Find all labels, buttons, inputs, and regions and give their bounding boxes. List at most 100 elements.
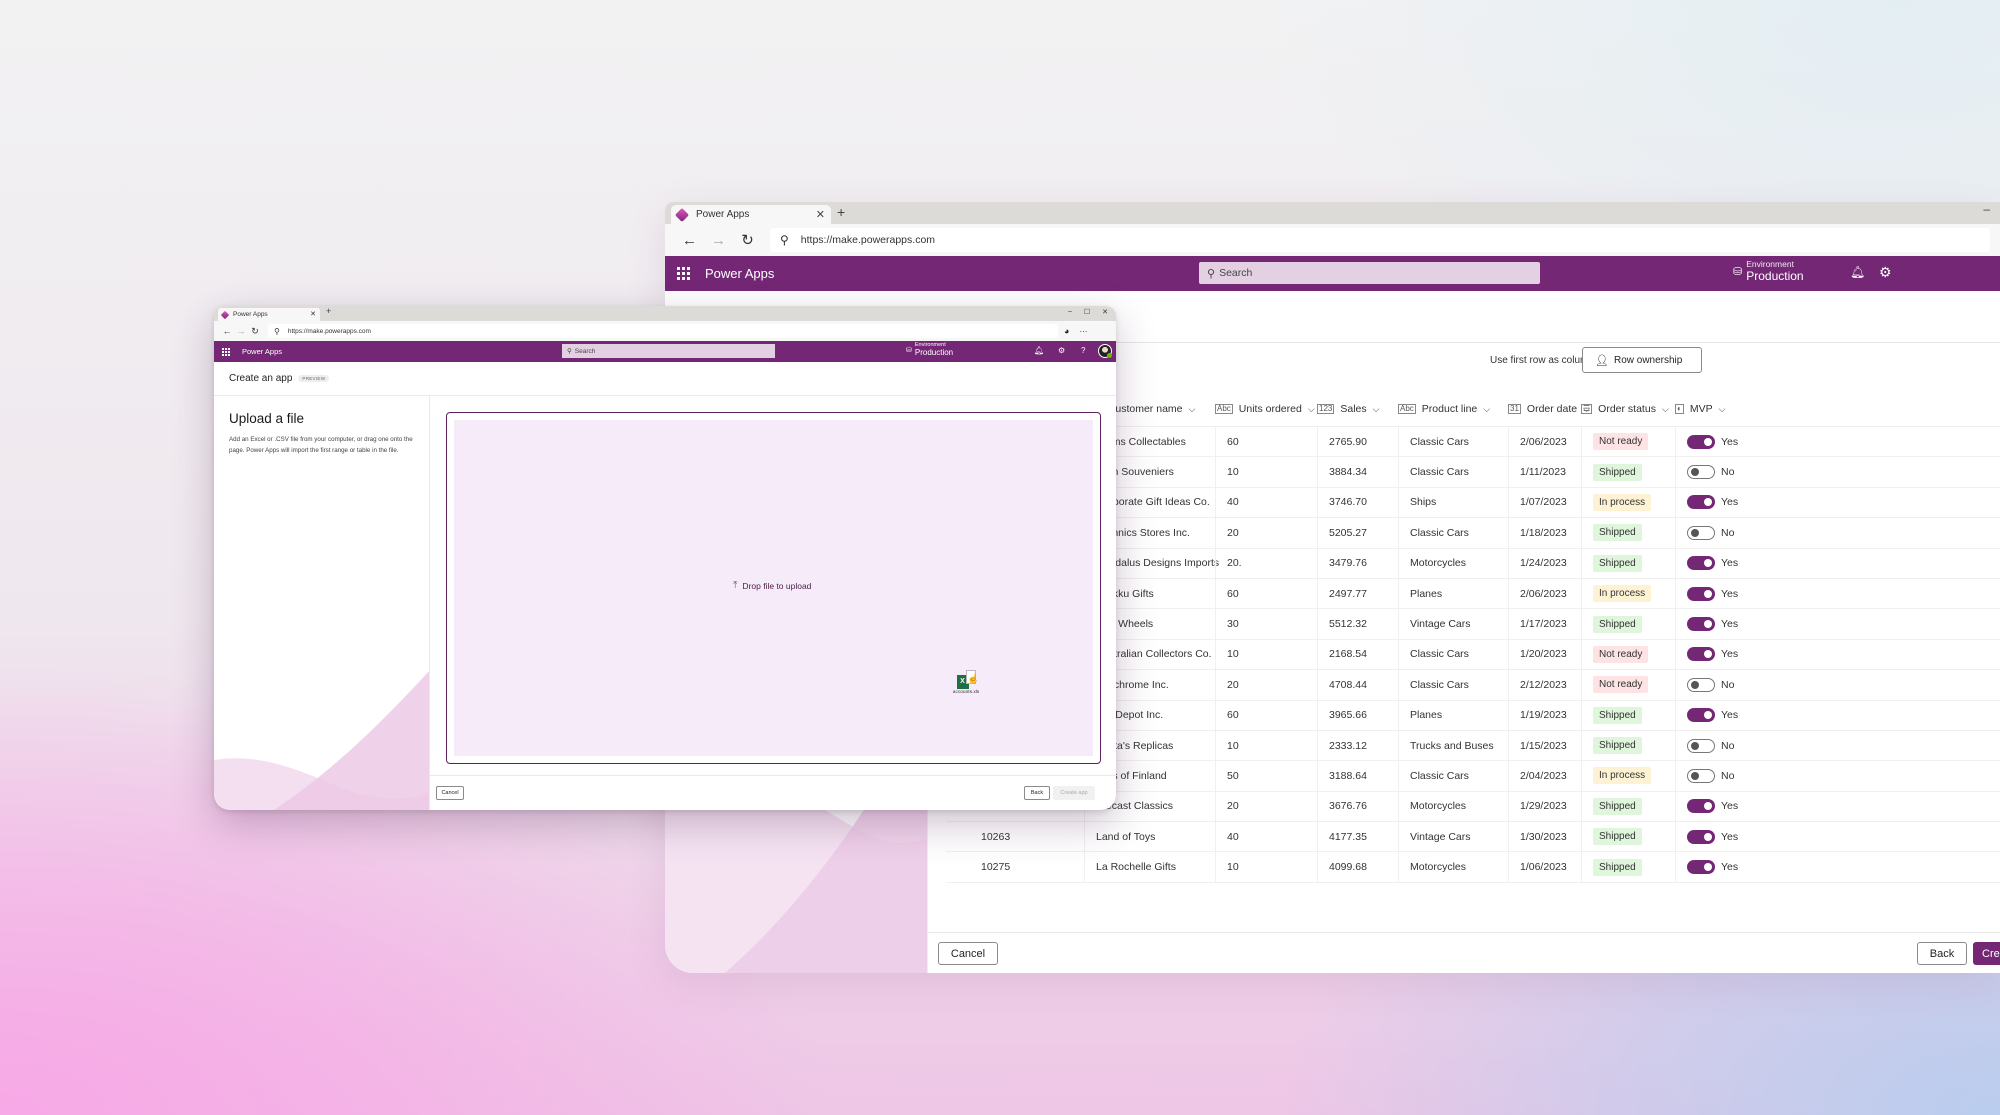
cell-customer[interactable]: La Rochelle Gifts [1084, 852, 1176, 882]
column-header[interactable]: Abc Product line ⌵ [1398, 403, 1490, 415]
dragged-file[interactable]: X ☝ accounts.xls [949, 670, 983, 695]
mvp-toggle[interactable] [1687, 677, 1715, 692]
notifications-bell-icon[interactable]: 🔔︎ [1034, 346, 1044, 355]
browser-profile-icon[interactable]: ◕ [1064, 326, 1069, 336]
cell-date[interactable]: 1/24/2023 [1508, 548, 1567, 578]
cell-number[interactable]: 10263 [946, 822, 1010, 851]
mvp-toggle[interactable] [1687, 617, 1715, 632]
cell-status[interactable]: Not ready [1581, 639, 1649, 670]
refresh-icon[interactable]: ↻ [733, 231, 762, 249]
cell-mvp[interactable]: Yes [1675, 822, 1738, 852]
cell-product[interactable]: Planes [1398, 700, 1442, 730]
search-input[interactable]: ⚲ Search [1199, 262, 1540, 284]
cell-sales[interactable]: 2497.77 [1317, 578, 1367, 609]
cell-status[interactable]: In process [1581, 578, 1652, 609]
chevron-down-icon[interactable]: ⌵ [1662, 404, 1669, 415]
cell-product[interactable]: Motorcycles [1398, 852, 1466, 882]
cell-mvp[interactable]: Yes [1675, 700, 1738, 730]
cell-date[interactable]: 1/29/2023 [1508, 791, 1567, 822]
browser-tab[interactable]: Power Apps ✕ [218, 308, 320, 321]
cell-sales[interactable]: 2168.54 [1317, 639, 1367, 670]
chevron-down-icon[interactable]: ⌵ [1373, 404, 1380, 415]
mvp-toggle[interactable] [1687, 768, 1715, 783]
back-arrow-icon[interactable]: ← [220, 326, 234, 336]
cell-mvp[interactable]: Yes [1675, 578, 1738, 609]
cell-product[interactable]: Trucks and Buses [1398, 730, 1494, 761]
environment-picker[interactable]: ⛁ Environment Production [906, 342, 953, 358]
cell-status[interactable]: In process [1581, 761, 1652, 791]
cell-date[interactable]: 1/07/2023 [1508, 487, 1567, 518]
search-input[interactable]: ⚲ Search [562, 344, 775, 358]
cell-product[interactable]: Classic Cars [1398, 761, 1469, 791]
cell-number[interactable]: 10275 [946, 852, 1010, 881]
cell-units[interactable]: 10 [1215, 457, 1239, 487]
cell-mvp[interactable]: Yes [1675, 639, 1738, 670]
cell-date[interactable]: 1/15/2023 [1508, 730, 1567, 761]
cell-status[interactable]: Shipped [1581, 700, 1642, 730]
cell-status[interactable]: Shipped [1581, 609, 1642, 639]
cell-product[interactable]: Vintage Cars [1398, 609, 1471, 639]
cell-units[interactable]: 60 [1215, 578, 1239, 609]
column-header[interactable]: 123 Sales ⌵ [1317, 403, 1379, 415]
mvp-toggle[interactable] [1687, 434, 1715, 449]
cell-sales[interactable]: 4708.44 [1317, 670, 1367, 700]
cell-date[interactable]: 2/12/2023 [1508, 670, 1567, 700]
cell-status[interactable]: Shipped [1581, 852, 1642, 882]
cell-mvp[interactable]: Yes [1675, 609, 1738, 639]
app-launcher-icon[interactable] [222, 347, 230, 356]
cell-product[interactable]: Vintage Cars [1398, 822, 1471, 852]
cell-product[interactable]: Ships [1398, 487, 1436, 518]
cell-mvp[interactable]: Yes [1675, 791, 1738, 822]
mvp-toggle[interactable] [1687, 860, 1715, 875]
create-app-button[interactable]: Create app [1053, 786, 1095, 800]
cell-units[interactable]: 20 [1215, 791, 1239, 822]
close-window-icon[interactable]: ✕ [1102, 308, 1108, 316]
cell-mvp[interactable]: No [1675, 761, 1734, 791]
forward-arrow-icon[interactable]: → [704, 232, 733, 249]
cell-product[interactable]: Classic Cars [1398, 457, 1469, 487]
help-icon[interactable]: ? [1081, 346, 1085, 355]
cell-units[interactable]: 10 [1215, 639, 1239, 670]
cell-product[interactable]: Classic Cars [1398, 427, 1469, 457]
cell-units[interactable]: 20 [1215, 670, 1239, 700]
cell-sales[interactable]: 5512.32 [1317, 609, 1367, 639]
cell-units[interactable]: 20 [1215, 518, 1239, 548]
cell-units[interactable]: 40 [1215, 487, 1239, 518]
cell-mvp[interactable]: Yes [1675, 852, 1738, 882]
cell-sales[interactable]: 2333.12 [1317, 730, 1367, 761]
cell-units[interactable]: 60 [1215, 427, 1239, 457]
cell-mvp[interactable]: No [1675, 518, 1734, 548]
notifications-bell-icon[interactable]: 🔔︎ [1850, 265, 1865, 279]
cell-status[interactable]: Shipped [1581, 548, 1642, 578]
cell-status[interactable]: Not ready [1581, 670, 1649, 700]
cell-date[interactable]: 1/17/2023 [1508, 609, 1567, 639]
cell-mvp[interactable]: No [1675, 457, 1734, 487]
cell-mvp[interactable]: Yes [1675, 548, 1738, 578]
chevron-down-icon[interactable]: ⌵ [1308, 404, 1315, 415]
chevron-down-icon[interactable]: ⌵ [1719, 404, 1726, 415]
cell-status[interactable]: Shipped [1581, 822, 1642, 852]
table-row[interactable]: 10263 Land of Toys 40 4177.35 Vintage Cars 1/… [946, 822, 2000, 853]
environment-picker[interactable]: ⛁ Environment Production [1733, 259, 1804, 283]
mvp-toggle[interactable] [1687, 738, 1715, 753]
cell-product[interactable]: Classic Cars [1398, 670, 1469, 700]
new-tab-icon[interactable]: + [837, 204, 845, 220]
cancel-button[interactable]: Cancel [938, 942, 998, 965]
mvp-toggle[interactable] [1687, 525, 1715, 540]
new-tab-icon[interactable]: + [326, 306, 331, 316]
cell-date[interactable]: 1/11/2023 [1508, 457, 1566, 487]
cell-units[interactable]: 10 [1215, 852, 1239, 882]
cell-product[interactable]: Classic Cars [1398, 639, 1469, 670]
cancel-button[interactable]: Cancel [436, 786, 464, 800]
close-tab-icon[interactable]: ✕ [310, 310, 316, 318]
table-row[interactable]: 10275 La Rochelle Gifts 10 4099.68 Motorcycl… [946, 852, 2000, 883]
more-options-icon[interactable]: ··· [1079, 327, 1087, 336]
refresh-icon[interactable]: ↻ [248, 326, 262, 337]
app-name[interactable]: Power Apps [705, 266, 774, 281]
app-launcher-icon[interactable] [677, 266, 691, 281]
minimize-icon[interactable]: – [1983, 202, 1990, 216]
cell-units[interactable]: 50 [1215, 761, 1239, 791]
mvp-toggle[interactable] [1687, 829, 1715, 844]
mvp-toggle[interactable] [1687, 586, 1715, 601]
cell-units[interactable]: 10 [1215, 730, 1239, 761]
